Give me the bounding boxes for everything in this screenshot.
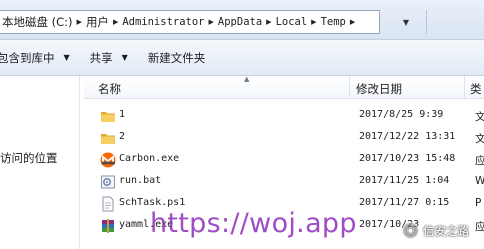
file-row-2[interactable]: 2 2017/12/22 13:31 文 [84,127,484,149]
chevron-right-icon[interactable]: ▶ [209,18,214,26]
command-bar: 包含到库中 ▼ 共享 ▼ 新建文件夹 [0,40,484,76]
folder-icon [101,134,115,144]
nav-item-recent-places[interactable]: 访问的位置 [0,150,58,166]
crumb-local[interactable]: Local [276,16,308,28]
file-name: Carbon.exe [119,153,180,164]
navigation-pane: 访问的位置 [0,76,80,249]
chevron-down-icon: ▼ [121,53,128,62]
file-row-carbon[interactable]: Carbon.exe 2017/10/23 15:48 应 [84,149,484,171]
file-name: SchTask.ps1 [119,197,186,208]
column-header-type[interactable]: 类 [470,81,482,97]
chevron-right-icon[interactable]: ▶ [266,18,271,26]
crumb-temp[interactable]: Temp [321,16,346,28]
file-date: 2017/11/27 0:15 [359,197,450,208]
monero-icon [100,152,116,168]
chevron-right-icon[interactable]: ▶ [77,18,82,26]
wechat-icon: ◉ [402,222,419,239]
crumb-users[interactable]: 用户 [86,14,109,30]
include-in-library-label: 包含到库中 [0,50,55,65]
file-row-1[interactable]: 1 2017/8/25 9:39 文 [84,105,484,127]
file-type: 文 [475,111,484,123]
chevron-right-icon[interactable]: ▶ [113,18,118,26]
file-type: 应 [475,221,484,233]
file-type: P [475,197,482,209]
chevron-down-icon: ▼ [402,17,410,27]
column-divider[interactable] [349,76,350,99]
watermark-badge-text: 信安之路 [423,223,469,238]
file-row-run-bat[interactable]: run.bat 2017/11/25 1:04 W [84,171,484,193]
script-file-icon [102,196,114,212]
share-label: 共享 [89,50,113,65]
address-bar-area: 本地磁盘 (C:) ▶ 用户 ▶ Administrator ▶ AppData… [0,0,484,40]
watermark-url: https://woj.app [150,208,357,239]
include-in-library-button[interactable]: 包含到库中 ▼ [0,50,70,66]
sort-ascending-icon: ▲ [244,75,250,83]
file-type: W [475,175,484,187]
crumb-drive[interactable]: 本地磁盘 (C:) [2,14,73,30]
new-folder-label: 新建文件夹 [147,50,206,65]
file-date: 2017/12/22 13:31 [359,131,456,142]
crumb-administrator[interactable]: Administrator [122,16,204,28]
address-bar[interactable]: 本地磁盘 (C:) ▶ 用户 ▶ Administrator ▶ AppData… [0,10,380,34]
new-folder-button[interactable]: 新建文件夹 [148,50,206,66]
chevron-right-icon[interactable]: ▶ [311,18,316,26]
column-divider[interactable] [464,76,465,99]
search-box[interactable] [426,10,484,34]
crumb-appdata[interactable]: AppData [218,16,262,28]
column-header-row: ▲ 名称 修改日期 类 [84,75,484,99]
batch-file-icon [101,175,115,189]
file-type: 文 [475,133,484,145]
chevron-right-icon[interactable]: ▶ [350,18,355,26]
address-history-dropdown[interactable]: ▼ [395,10,417,34]
column-header-name[interactable]: 名称 [98,81,121,97]
chevron-down-icon: ▼ [63,53,70,62]
folder-icon [101,112,115,122]
file-name: 2 [119,131,126,142]
file-name: 1 [119,109,126,120]
file-date: 2017/11/25 1:04 [359,175,450,186]
watermark-badge: ◉ 信安之路 [402,222,469,239]
file-date: 2017/8/25 9:39 [359,109,444,120]
file-date: 2017/10/23 15:48 [359,153,456,164]
column-header-date-modified[interactable]: 修改日期 [356,81,402,97]
file-name: run.bat [119,175,162,186]
winrar-icon [102,219,114,233]
share-button[interactable]: 共享 ▼ [90,50,128,66]
file-type: 应 [475,155,484,167]
